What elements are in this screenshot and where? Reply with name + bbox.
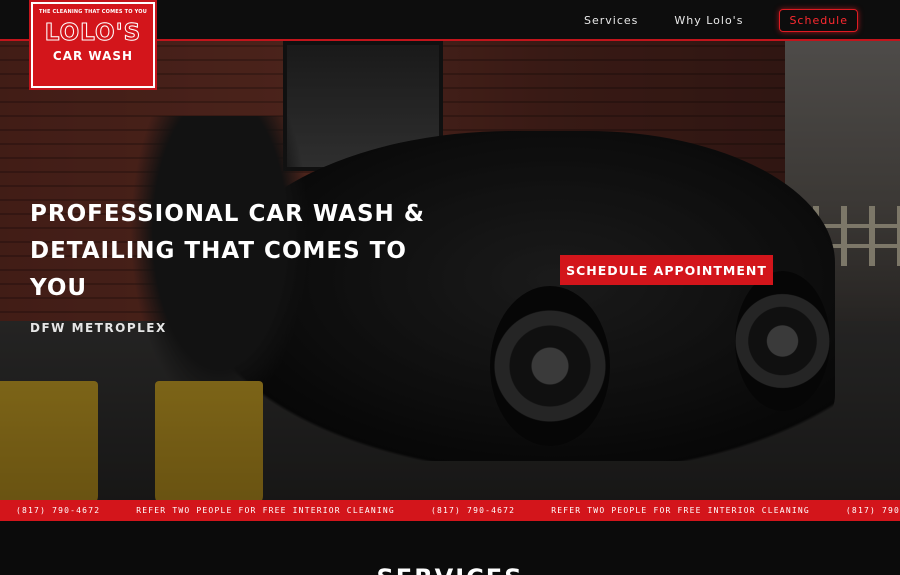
main-nav: Services Why Lolo's Schedule bbox=[584, 0, 900, 41]
logo[interactable]: THE CLEANING THAT COMES TO YOU LOLO'S CA… bbox=[29, 0, 157, 90]
services-section: SERVICES bbox=[0, 521, 900, 575]
ticker-promo: REFER TWO PEOPLE FOR FREE INTERIOR CLEAN… bbox=[551, 506, 810, 515]
schedule-button[interactable]: Schedule bbox=[779, 9, 858, 32]
ticker-phone[interactable]: (817) 790-4672 bbox=[846, 506, 900, 515]
promo-ticker: (817) 790-4672 REFER TWO PEOPLE FOR FREE… bbox=[0, 500, 900, 521]
nav-link-why-lolos[interactable]: Why Lolo's bbox=[674, 14, 743, 27]
ticker-promo: REFER TWO PEOPLE FOR FREE INTERIOR CLEAN… bbox=[136, 506, 395, 515]
hero-section: PROFESSIONAL CAR WASH & DETAILING THAT C… bbox=[0, 41, 900, 500]
schedule-appointment-button[interactable]: SCHEDULE APPOINTMENT bbox=[560, 255, 773, 285]
ticker-phone[interactable]: (817) 790-4672 bbox=[431, 506, 515, 515]
logo-name: LOLO'S bbox=[44, 20, 142, 47]
hero-title: PROFESSIONAL CAR WASH & DETAILING THAT C… bbox=[30, 201, 425, 301]
ticker-phone[interactable]: (817) 790-4672 bbox=[16, 506, 100, 515]
services-heading: SERVICES bbox=[0, 564, 900, 575]
logo-tagline: THE CLEANING THAT COMES TO YOU bbox=[38, 9, 147, 15]
logo-subname: CAR WASH bbox=[52, 49, 134, 63]
nav-link-services[interactable]: Services bbox=[584, 14, 638, 27]
hero-subtitle: DFW METROPLEX bbox=[30, 321, 167, 335]
